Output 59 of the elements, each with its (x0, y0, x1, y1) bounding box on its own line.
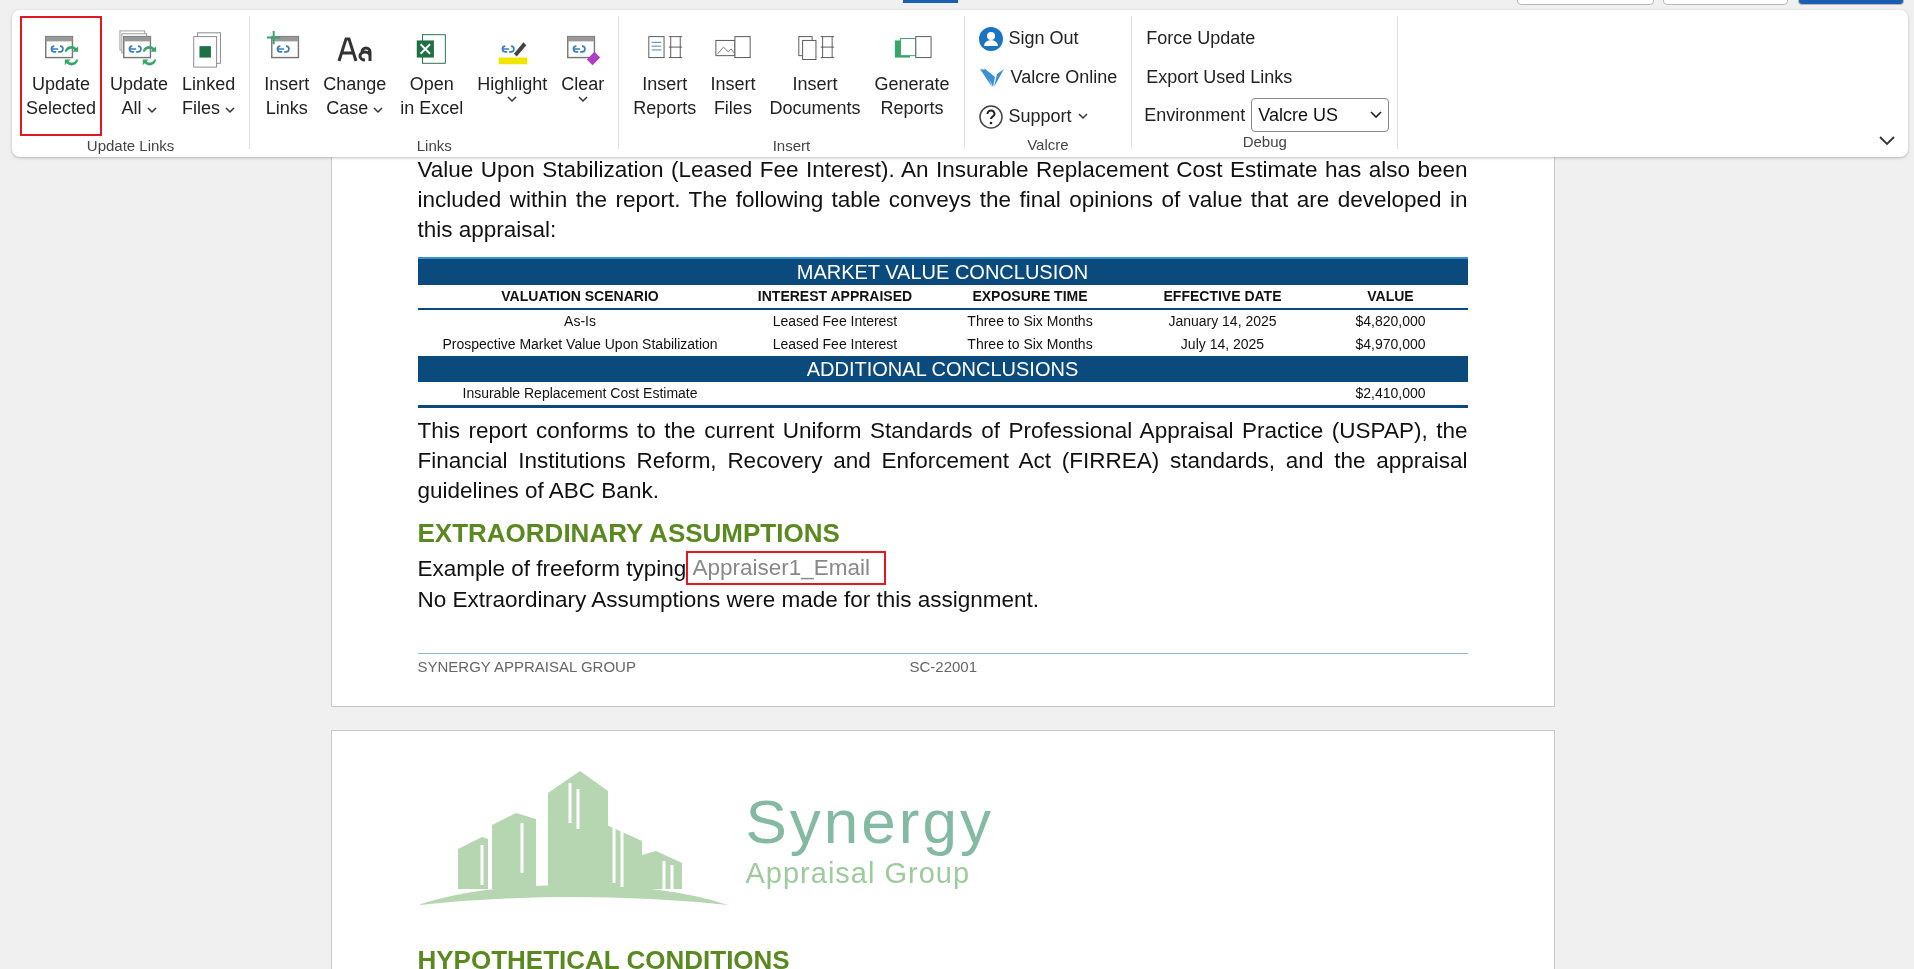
ribbon-button[interactable]: Highlight (471, 16, 554, 136)
tab-indicator (903, 0, 958, 3)
column-header: EXPOSURE TIME (971, 287, 1089, 306)
table-cell-text: Leased Fee Interest (771, 335, 899, 354)
ribbon-menu-button[interactable]: Force Update (1140, 20, 1390, 57)
ribbon-button[interactable]: Linked Files (176, 16, 242, 136)
question-icon (978, 104, 1003, 129)
table-cell-text: $2,410,000 (1354, 384, 1427, 403)
ribbon-button[interactable]: Clear (555, 16, 611, 136)
ribbon-button[interactable]: Insert Links (258, 16, 316, 136)
body-paragraph: This report conforms to the current Uniform Standards of Professional Appraisal Practice (USPAP), the Financial Institutions Reform, Recovery and Enforcement Act (FIRREA) standards, and the appraisal guidelines of ABC Bank. (417, 417, 1468, 505)
body-paragraph: No Extraordinary Assumptions were made for this assignment. (417, 586, 1041, 614)
group-label: Insert (771, 136, 812, 156)
group-label: Links (415, 136, 453, 156)
person-icon (978, 26, 1003, 51)
footer-text: SYNERGY APPRAISAL GROUP (417, 658, 637, 675)
table-cell-text: Three to Six Months (966, 335, 1094, 354)
table-cell-text: July 14, 2025 (1179, 335, 1266, 354)
ribbon-menu-button[interactable]: Support (972, 98, 1124, 135)
table-cell-text: January 14, 2025 (1167, 312, 1278, 331)
ribbon-button[interactable]: Open in Excel (394, 16, 470, 136)
section-heading: EXTRAORDINARY ASSUMPTIONS (417, 518, 841, 549)
placeholder-field[interactable]: Appraiser1_Email (686, 551, 886, 585)
table-cell-text: Three to Six Months (966, 312, 1094, 331)
ribbon-menu-button[interactable]: Sign Out (972, 20, 1124, 57)
table-title: MARKET VALUE CONCLUSION (417, 259, 1468, 285)
ribbon-button[interactable]: Update Selected (20, 16, 103, 136)
group-label: Valcre (1026, 135, 1070, 155)
logo-name: Synergy (745, 786, 994, 857)
table-cell-text: $4,970,000 (1354, 335, 1427, 354)
ribbon-button[interactable]: Insert Files (704, 16, 762, 136)
ribbon-button[interactable]: Generate Reports (868, 16, 956, 136)
ribbon-button[interactable]: Update All (104, 16, 175, 136)
group-label: Update Links (85, 136, 176, 156)
ribbon-menu-button[interactable]: Export Used Links (1140, 59, 1390, 96)
body-paragraph: Value Upon Stabilization (Leased Fee Interest). An Insurable Replacement Cost Estimate has also been included within the report. The following table conveys the final opinions of value that are developed in this appraisal: (417, 156, 1468, 244)
environment-label: Environment (1144, 104, 1246, 126)
ribbon-button[interactable]: Change Case (317, 16, 393, 136)
table-section-title: ADDITIONAL CONCLUSIONS (417, 356, 1468, 382)
footer-text: SC-22001 (909, 658, 978, 675)
column-header: VALUATION SCENARIO (500, 287, 660, 306)
collapse-chevron-icon[interactable] (1878, 135, 1896, 147)
column-header: VALUE (1366, 287, 1415, 306)
table-cell-text: Insurable Replacement Cost Estimate (461, 384, 699, 403)
column-header: INTEREST APPRAISED (756, 287, 914, 306)
group-label: Debug (1241, 132, 1288, 152)
logo-tagline: Appraisal Group (745, 856, 972, 890)
table-cell-text: Leased Fee Interest (771, 312, 899, 331)
buildings-logo-icon (417, 771, 728, 905)
table-cell-text: As-Is (563, 312, 597, 331)
column-header: EFFECTIVE DATE (1162, 287, 1283, 306)
ribbon-button[interactable]: Insert Documents (763, 16, 867, 136)
body-text: Example of freeform typing (417, 554, 687, 583)
ribbon-button[interactable]: Insert Reports (627, 16, 703, 136)
environment-select[interactable]: Valcre US (1251, 98, 1390, 132)
table-cell-text: $4,820,000 (1354, 312, 1427, 331)
ribbon-menu-button[interactable]: Valcre Online (972, 59, 1124, 96)
table-cell-text: Prospective Market Value Upon Stabilization (441, 335, 719, 354)
section-heading: HYPOTHETICAL CONDITIONS (417, 945, 791, 969)
